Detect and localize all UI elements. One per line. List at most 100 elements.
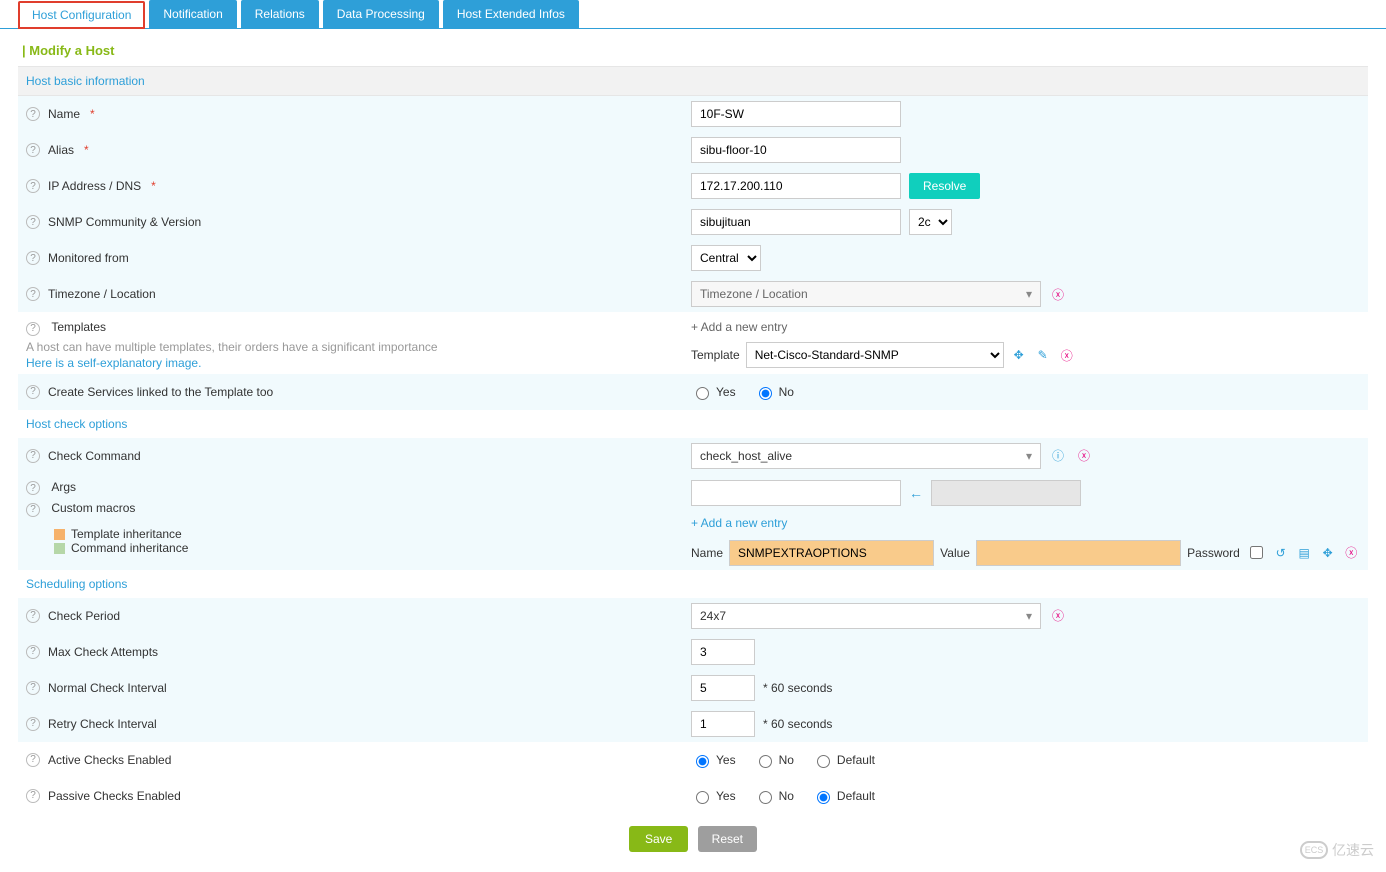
label-ip: IP Address / DNS [48,179,141,193]
tab-bar: Host Configuration Notification Relation… [0,0,1386,29]
timezone-select[interactable]: Timezone / Location ▾ [691,281,1041,307]
add-macro-entry[interactable]: + Add a new entry [691,516,1360,530]
create-services-no[interactable]: No [754,384,794,400]
tab-data-processing[interactable]: Data Processing [323,0,439,28]
macro-value-input[interactable] [976,540,1181,566]
label-monitored: Monitored from [48,251,129,265]
passive-no[interactable]: No [754,788,794,804]
delete-icon[interactable]: ⓧ [1342,544,1360,562]
monitored-from-select[interactable]: Central [691,245,761,271]
help-icon[interactable]: ? [26,322,40,336]
check-period-select[interactable]: 24x7 ▾ [691,603,1041,629]
resolve-button[interactable]: Resolve [909,173,980,199]
seconds-note: * 60 seconds [763,717,832,731]
ip-input[interactable] [691,173,901,199]
section-basic: Host basic information [18,66,1368,96]
tab-host-configuration[interactable]: Host Configuration [18,1,145,29]
label-snmp: SNMP Community & Version [48,215,201,229]
seconds-note: * 60 seconds [763,681,832,695]
save-button[interactable]: Save [629,826,688,852]
max-attempts-input[interactable] [691,639,755,665]
label-check-command: Check Command [48,449,141,463]
help-icon[interactable]: ? [26,385,40,399]
macro-value-label: Value [940,546,970,560]
help-icon[interactable]: ? [26,753,40,767]
alias-input[interactable] [691,137,901,163]
help-icon[interactable]: ? [26,789,40,803]
reset-button[interactable]: Reset [698,826,757,852]
footer-buttons: Save Reset [0,814,1386,872]
templates-link[interactable]: Here is a self-explanatory image. [26,356,691,370]
help-icon[interactable]: ? [26,449,40,463]
help-icon[interactable]: ? [26,503,40,517]
list-icon[interactable]: ▤ [1295,544,1313,562]
help-icon[interactable]: ? [26,681,40,695]
args-readonly [931,480,1081,506]
label-check-period: Check Period [48,609,120,623]
page-title: | Modify a Host [0,29,1386,66]
help-icon[interactable]: ? [26,717,40,731]
label-name: Name [48,107,80,121]
label-create-services: Create Services linked to the Template t… [48,385,273,399]
label-alias: Alias [48,143,74,157]
check-period-value: 24x7 [700,609,726,623]
macro-password-checkbox[interactable] [1250,546,1263,559]
help-icon[interactable]: ? [26,215,40,229]
snmp-version-select[interactable]: 2c [909,209,952,235]
label-args: Args [51,480,76,494]
watermark: ECS 亿速云 [1300,840,1374,860]
clear-icon[interactable]: ⓧ [1049,607,1067,625]
args-input[interactable] [691,480,901,506]
add-new-entry[interactable]: + Add a new entry [691,320,1360,334]
tab-notification[interactable]: Notification [149,0,236,28]
cloud-icon: ECS [1300,841,1328,859]
label-normal-interval: Normal Check Interval [48,681,167,695]
help-icon[interactable]: ? [26,251,40,265]
required-mark: * [84,143,89,157]
snmp-community-input[interactable] [691,209,901,235]
passive-default[interactable]: Default [812,788,875,804]
arrow-left-icon[interactable]: ← [909,485,923,501]
delete-icon[interactable]: ⓧ [1058,346,1076,364]
edit-icon[interactable]: ✎ [1034,346,1052,364]
help-icon[interactable]: ? [26,609,40,623]
active-default[interactable]: Default [812,752,875,768]
help-icon[interactable]: ? [26,143,40,157]
help-icon[interactable]: ? [26,645,40,659]
legend-template: Template inheritance [54,527,691,541]
templates-note: A host can have multiple templates, thei… [26,340,691,354]
active-yes[interactable]: Yes [691,752,736,768]
legend-command: Command inheritance [54,541,691,555]
clear-icon[interactable]: ⓧ [1075,447,1093,465]
check-command-value: check_host_alive [700,449,792,463]
template-select[interactable]: Net-Cisco-Standard-SNMP [746,342,1004,368]
help-icon[interactable]: ? [26,481,40,495]
tab-relations[interactable]: Relations [241,0,319,28]
label-custom-macros: Custom macros [51,501,135,515]
macro-name-input[interactable] [729,540,934,566]
label-active-checks: Active Checks Enabled [48,753,171,767]
label-passive-checks: Passive Checks Enabled [48,789,181,803]
help-icon[interactable]: ? [26,107,40,121]
undo-icon[interactable]: ↺ [1272,544,1290,562]
clear-icon[interactable]: ⓧ [1049,285,1067,303]
create-services-yes[interactable]: Yes [691,384,736,400]
passive-yes[interactable]: Yes [691,788,736,804]
normal-interval-input[interactable] [691,675,755,701]
help-icon[interactable]: ? [26,179,40,193]
info-icon[interactable]: ⓘ [1049,447,1067,465]
name-input[interactable] [691,101,901,127]
section-scheduling: Scheduling options [18,570,1368,598]
retry-interval-input[interactable] [691,711,755,737]
check-command-select[interactable]: check_host_alive ▾ [691,443,1041,469]
tab-host-extended-infos[interactable]: Host Extended Infos [443,0,579,28]
move-icon[interactable]: ✥ [1010,346,1028,364]
label-timezone: Timezone / Location [48,287,156,301]
move-icon[interactable]: ✥ [1319,544,1337,562]
required-mark: * [151,179,156,193]
required-mark: * [90,107,95,121]
chevron-down-icon: ▾ [1026,287,1032,301]
active-no[interactable]: No [754,752,794,768]
help-icon[interactable]: ? [26,287,40,301]
label-templates: Templates [51,320,106,334]
